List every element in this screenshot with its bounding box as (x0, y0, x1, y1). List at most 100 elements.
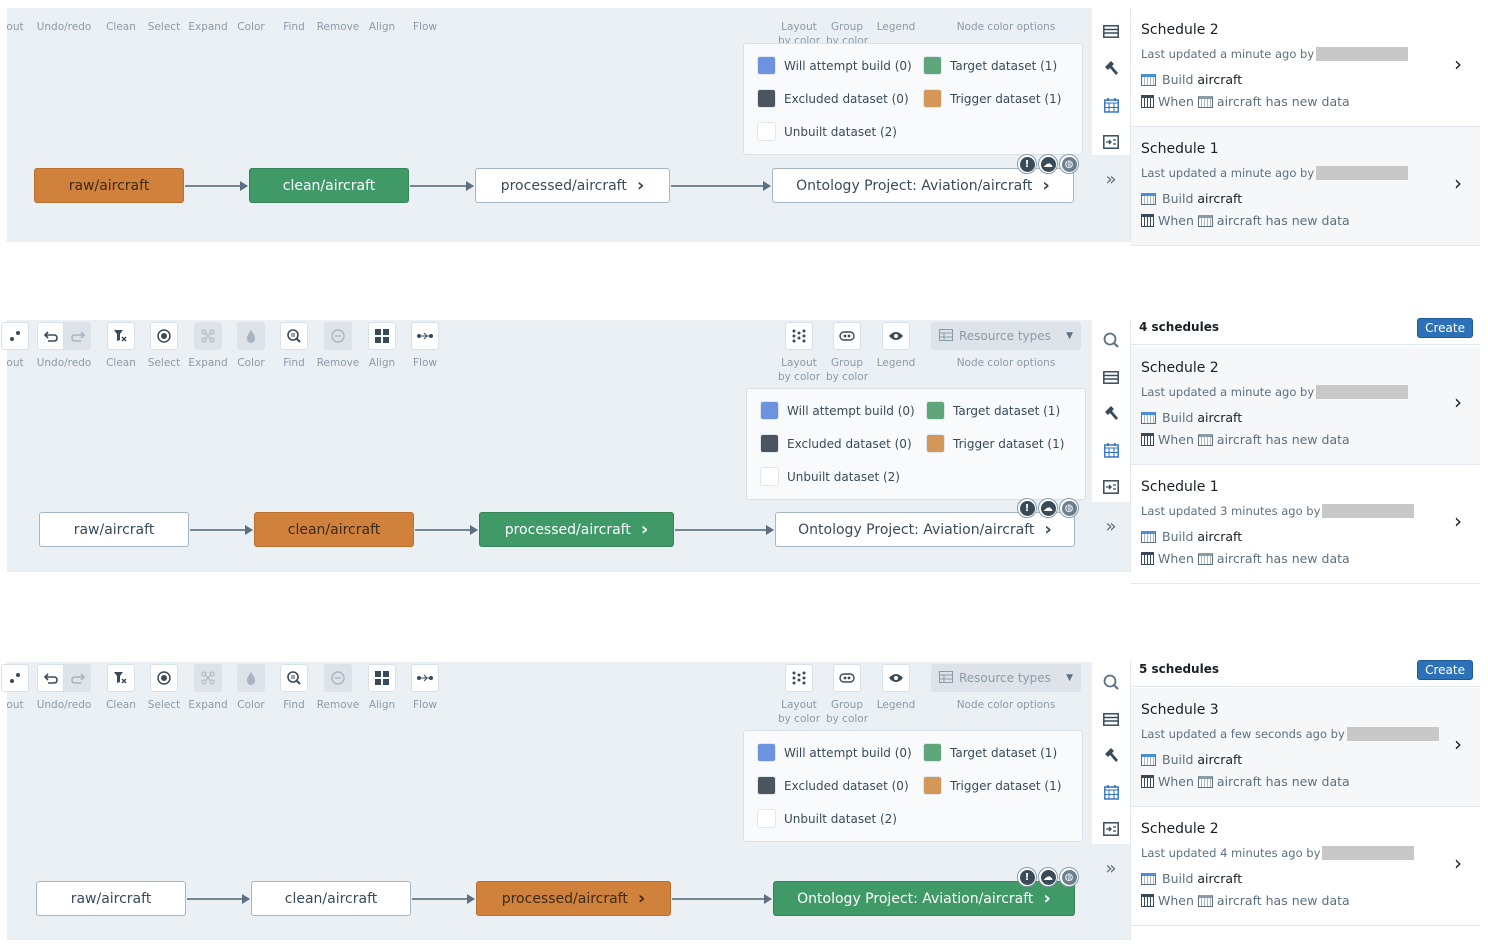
toolbar-legend-button[interactable]: Legend (872, 0, 920, 34)
toolbar-color-button[interactable]: Color (227, 322, 275, 370)
schedule-list-item[interactable]: Schedule 2 Last updated a minute ago by Bu… (1131, 8, 1480, 127)
undo-icon[interactable] (37, 664, 64, 692)
chevron-right-icon[interactable]: › (638, 888, 645, 909)
chevron-right-icon[interactable]: › (1042, 175, 1049, 196)
input-icon[interactable] (1101, 477, 1121, 497)
redo-icon[interactable] (64, 664, 91, 692)
toolbar-remove-button[interactable]: Remove (314, 664, 362, 712)
hammer-icon[interactable] (1101, 58, 1121, 78)
toolbar-flow-button[interactable]: Flow (401, 0, 449, 34)
toolbar-undo-redo-button[interactable]: Undo/redo (34, 322, 94, 370)
toolbar-remove-button[interactable]: Remove (314, 0, 362, 34)
calendar-icon[interactable] (1101, 95, 1121, 115)
calendar-icon[interactable] (1101, 782, 1121, 802)
list-icon[interactable] (1101, 21, 1121, 41)
toolbar-layout-by-color-button[interactable]: Layout by color (775, 0, 823, 48)
alert-icon[interactable]: ! (1017, 867, 1037, 887)
list-icon[interactable] (1101, 367, 1121, 387)
cloud-upload-icon[interactable]: ☁ (1038, 154, 1058, 174)
input-icon[interactable] (1101, 132, 1121, 152)
create-schedule-button[interactable]: Create (1417, 318, 1473, 338)
chevron-right-icon[interactable]: › (1454, 851, 1462, 875)
toolbar-color-button[interactable]: Color (227, 0, 275, 34)
toolbar-remove-button[interactable]: Remove (314, 322, 362, 370)
resource-types-select[interactable]: Resource types ▼ (931, 664, 1081, 692)
dataset-node[interactable]: clean/aircraft (254, 512, 414, 547)
dataset-node[interactable]: clean/aircraft (249, 168, 409, 203)
toolbar-align-button[interactable]: Align (358, 0, 406, 34)
toolbar-flow-button[interactable]: Flow (401, 664, 449, 712)
calendar-icon[interactable] (1101, 440, 1121, 460)
toolbar-clean-button[interactable]: Clean (97, 0, 145, 34)
toolbar-group-by-color-button[interactable]: Group by color (823, 0, 871, 48)
toolbar-color-button[interactable]: Color (227, 664, 275, 712)
toolbar-find-button[interactable]: Find (270, 0, 318, 34)
schedule-list-item[interactable]: Schedule 2 Last updated a minute ago by Bu… (1131, 346, 1480, 465)
schedule-list-item[interactable]: Schedule 1 Last updated a minute ago by Bu… (1131, 127, 1480, 246)
graph-canvas[interactable]: out Undo/redo Clean Select Expand Color Find Re… (1, 320, 1092, 572)
resource-types-select[interactable]: Resource types ▼ (931, 322, 1081, 350)
chevron-right-icon[interactable]: › (1454, 390, 1462, 414)
toolbar-undo-redo-button[interactable]: Undo/redo (34, 664, 94, 712)
dataset-node[interactable]: raw/aircraft (36, 881, 186, 916)
toolbar-expand-button[interactable]: Expand (184, 322, 232, 370)
list-icon[interactable] (1101, 709, 1121, 729)
toolbar-group-by-color-button[interactable]: Group by color (823, 322, 871, 384)
toolbar-flow-button[interactable]: Flow (401, 322, 449, 370)
schedule-list-item[interactable]: Schedule 3 Last updated a few seconds ago… (1131, 688, 1480, 807)
alert-icon[interactable]: ! (1017, 154, 1037, 174)
toolbar-select-button[interactable]: Select (140, 322, 188, 370)
dataset-node[interactable]: raw/aircraft (34, 168, 184, 203)
toolbar-layout-by-color-button[interactable]: Layout by color (775, 322, 823, 384)
toolbar-select-button[interactable]: Select (140, 664, 188, 712)
hammer-icon[interactable] (1101, 745, 1121, 765)
toolbar-find-button[interactable]: Find (270, 322, 318, 370)
expand-panel-icon[interactable]: » (1101, 169, 1121, 190)
toolbar-select-button[interactable]: Select (140, 0, 188, 34)
chevron-right-icon[interactable]: › (1043, 888, 1050, 909)
dataset-node[interactable]: processed/aircraft › (476, 881, 671, 916)
dataset-node[interactable]: clean/aircraft (251, 881, 411, 916)
graph-canvas[interactable]: out Undo/redo Clean Select Expand Color Find Re… (6, 8, 1092, 242)
redo-icon[interactable] (64, 322, 91, 350)
globe-icon[interactable]: ◍ (1059, 498, 1079, 518)
chevron-right-icon[interactable]: › (1044, 519, 1051, 540)
chevron-right-icon[interactable]: › (1454, 732, 1462, 756)
schedule-list-item[interactable]: Schedule 2 Last updated 4 minutes ago by B… (1131, 807, 1480, 926)
globe-icon[interactable]: ◍ (1059, 154, 1079, 174)
chevron-right-icon[interactable]: › (1454, 171, 1462, 195)
input-icon[interactable] (1101, 819, 1121, 839)
dataset-node[interactable]: processed/aircraft › (479, 512, 674, 547)
toolbar-expand-button[interactable]: Expand (184, 664, 232, 712)
cloud-upload-icon[interactable]: ☁ (1038, 498, 1058, 518)
toolbar-layout-by-color-button[interactable]: Layout by color (775, 664, 823, 726)
toolbar-legend-button[interactable]: Legend (872, 664, 920, 712)
search-icon[interactable] (1101, 672, 1121, 692)
alert-icon[interactable]: ! (1017, 498, 1037, 518)
toolbar-find-button[interactable]: Find (270, 664, 318, 712)
toolbar-legend-button[interactable]: Legend (872, 322, 920, 370)
undo-icon[interactable] (37, 322, 64, 350)
toolbar-clean-button[interactable]: Clean (97, 322, 145, 370)
chevron-right-icon[interactable]: › (641, 519, 648, 540)
dataset-node[interactable]: processed/aircraft › (475, 168, 670, 203)
chevron-right-icon[interactable]: › (1454, 509, 1462, 533)
chevron-right-icon[interactable]: › (637, 175, 644, 196)
toolbar-align-button[interactable]: Align (358, 322, 406, 370)
chevron-right-icon[interactable]: › (1454, 52, 1462, 76)
graph-canvas[interactable]: out Undo/redo Clean Select Expand Color Find Re… (1, 662, 1092, 940)
toolbar-group-by-color-button[interactable]: Group by color (823, 664, 871, 726)
cloud-upload-icon[interactable]: ☁ (1038, 867, 1058, 887)
schedule-list-item[interactable]: Schedule 1 Last updated 3 minutes ago by B… (1131, 465, 1480, 584)
toolbar-clean-button[interactable]: Clean (97, 664, 145, 712)
globe-icon[interactable]: ◍ (1059, 867, 1079, 887)
expand-panel-icon[interactable]: » (1101, 858, 1121, 879)
create-schedule-button[interactable]: Create (1417, 660, 1473, 680)
expand-panel-icon[interactable]: » (1101, 516, 1121, 537)
hammer-icon[interactable] (1101, 403, 1121, 423)
dataset-node[interactable]: raw/aircraft (39, 512, 189, 547)
toolbar-undo-redo-button[interactable]: Undo/redo (34, 0, 94, 34)
toolbar-align-button[interactable]: Align (358, 664, 406, 712)
search-icon[interactable] (1101, 330, 1121, 350)
toolbar-expand-button[interactable]: Expand (184, 0, 232, 34)
